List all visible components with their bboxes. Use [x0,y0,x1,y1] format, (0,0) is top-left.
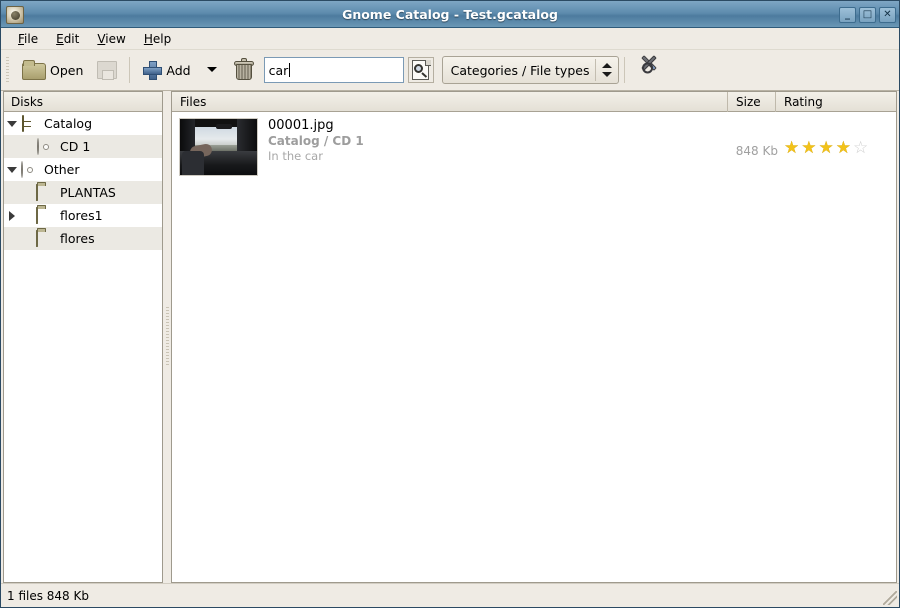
star-icon-2[interactable]: ★ [801,140,816,157]
folder-open-icon [22,60,46,80]
content-panes: Disks Catalog CD 1 Other PLANTAS flores1… [1,91,899,583]
file-location: Catalog / CD 1 [268,134,364,148]
combo-separator [595,59,597,81]
chevron-down-icon [205,63,219,77]
column-header-size[interactable]: Size [728,91,776,112]
menu-file-rest: ile [24,31,39,46]
sidebar-item-other[interactable]: Other [4,158,162,181]
toolbar: Open Add car Categories / File types [1,50,899,91]
file-thumbnail[interactable] [179,118,258,176]
status-text: 1 files 848 Kb [7,588,89,603]
splitter-grip-icon [165,307,169,367]
sidebar-item-label: Other [44,162,80,177]
sidebar-item-flores[interactable]: flores [4,227,162,250]
files-pane: Files Size Rating 00001.jpg Catalog / CD… [171,91,897,583]
delete-button[interactable] [226,54,262,86]
add-dropdown-button[interactable] [198,54,226,86]
expander-catalog[interactable] [4,120,20,127]
sidebar-item-label: PLANTAS [60,185,116,200]
expander-flores1[interactable] [4,210,20,221]
rating-stars[interactable]: ★ ★ ★ ★ ☆ [784,118,896,157]
sidebar-item-label: CD 1 [60,139,91,154]
resize-grip-icon[interactable] [883,591,897,605]
menu-edit[interactable]: Edit [47,30,88,48]
application-window: Gnome Catalog - Test.gcatalog _ □ ✕ File… [0,0,900,608]
star-icon-3[interactable]: ★ [819,140,834,157]
cd-icon [20,160,38,178]
add-button-label: Add [166,62,191,78]
toolbar-drag-handle[interactable] [5,57,11,83]
close-button[interactable]: ✕ [879,6,896,23]
star-icon-4[interactable]: ★ [836,140,851,157]
column-header-rating[interactable]: Rating [776,92,896,112]
folder-icon [36,183,54,201]
menu-bar: File Edit View Help [1,28,899,50]
floppy-disk-icon [97,60,118,80]
app-icon [6,5,24,24]
expander-other[interactable] [4,166,20,173]
disks-tree: Catalog CD 1 Other PLANTAS flores1 flore… [4,112,162,582]
preferences-button[interactable] [630,54,668,86]
cabinet-icon [20,114,38,132]
files-list: 00001.jpg Catalog / CD 1 In the car 848 … [172,112,896,582]
disks-pane: Disks Catalog CD 1 Other PLANTAS flores1… [3,91,163,583]
disks-column-header[interactable]: Disks [4,92,162,112]
category-filter-value: Categories / File types [450,62,590,78]
table-row[interactable]: 00001.jpg Catalog / CD 1 In the car 848 … [172,112,896,182]
column-header-files[interactable]: Files [172,91,728,112]
folder-icon [36,206,54,224]
sidebar-item-label: flores1 [60,208,103,223]
title-bar: Gnome Catalog - Test.gcatalog _ □ ✕ [1,1,899,28]
menu-file[interactable]: File [9,30,47,48]
plus-icon [142,60,163,80]
file-name: 00001.jpg [268,118,334,133]
maximize-button[interactable]: □ [859,6,876,23]
menu-help-rest: elp [152,31,172,46]
cd-icon [36,137,54,155]
open-button-label: Open [50,62,84,78]
menu-view[interactable]: View [88,30,134,48]
files-column-headers: Files Size Rating [172,91,896,112]
search-button[interactable] [407,57,434,83]
sidebar-item-catalog[interactable]: Catalog [4,112,162,135]
menu-help[interactable]: Help [135,30,180,48]
open-button[interactable]: Open [15,54,90,86]
menu-view-rest: iew [105,31,126,46]
trash-icon [233,58,255,82]
add-button[interactable]: Add [135,54,197,86]
status-bar: 1 files 848 Kb [1,583,899,607]
pane-splitter[interactable] [163,91,171,583]
menu-edit-rest: dit [63,31,80,46]
star-icon-5[interactable]: ☆ [853,140,868,157]
search-input[interactable]: car [263,57,404,83]
file-description: In the car [268,149,323,163]
file-size: 848 Kb [735,144,778,158]
text-cursor [289,63,291,77]
sidebar-item-flores1[interactable]: flores1 [4,204,162,227]
file-info: 00001.jpg Catalog / CD 1 In the car [258,118,728,163]
search-input-value: car [268,62,289,78]
search-icon [410,59,432,81]
toolbar-separator-1 [129,57,131,83]
spinner-arrows-icon[interactable] [602,60,613,80]
star-icon-1[interactable]: ★ [784,140,799,157]
toolbar-separator-2 [624,57,626,83]
window-title: Gnome Catalog - Test.gcatalog [342,7,558,22]
folder-icon [36,229,54,247]
category-filter-combo[interactable]: Categories / File types [441,56,620,84]
tools-icon [637,55,661,82]
sidebar-item-cd-1[interactable]: CD 1 [4,135,162,158]
sidebar-item-plantas[interactable]: PLANTAS [4,181,162,204]
sidebar-item-label: Catalog [44,116,93,131]
save-button[interactable] [90,54,124,86]
window-controls: _ □ ✕ [839,6,896,23]
minimize-button[interactable]: _ [839,6,856,23]
sidebar-item-label: flores [60,231,95,246]
